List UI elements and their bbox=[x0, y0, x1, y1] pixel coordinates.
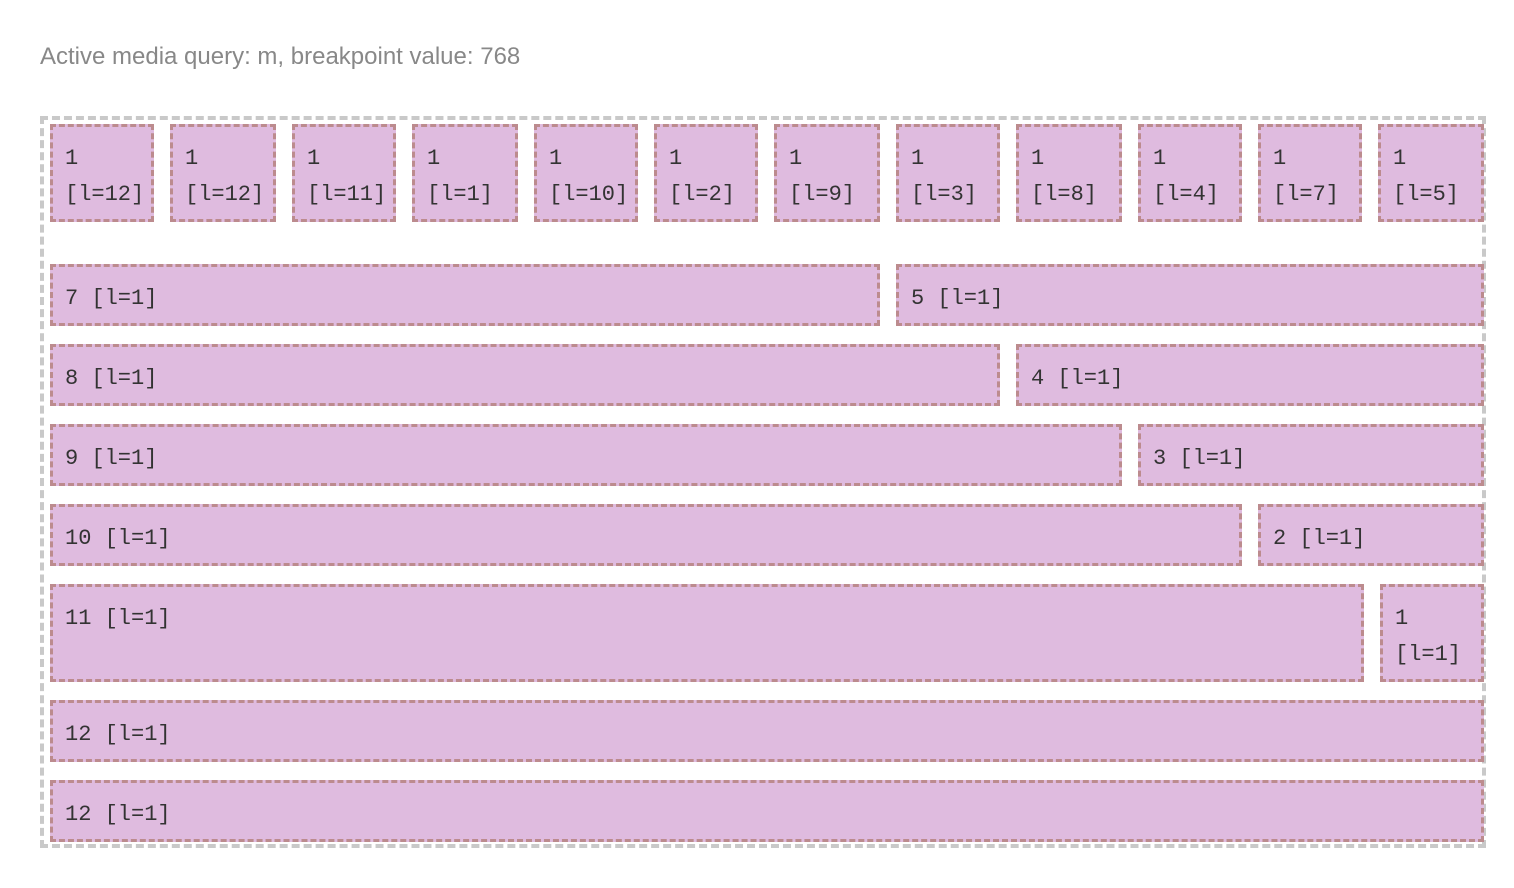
cell-label: [l=1] bbox=[427, 182, 494, 207]
cell-number: 1 bbox=[1031, 146, 1045, 171]
cell-label: [l=2] bbox=[669, 182, 736, 207]
cell-number: 10 bbox=[65, 526, 92, 551]
cell-label: [l=1] bbox=[937, 286, 1004, 311]
cell-number: 1 bbox=[307, 146, 321, 171]
cell-number: 1 bbox=[669, 146, 683, 171]
cell-number: 1 bbox=[1273, 146, 1287, 171]
cell-label: [l=1] bbox=[91, 446, 158, 471]
cell-label: [l=1] bbox=[1395, 642, 1462, 667]
cell-label: [l=1] bbox=[1179, 446, 1246, 471]
cell-label: [l=8] bbox=[1031, 182, 1098, 207]
cell-label: [l=1] bbox=[104, 802, 171, 827]
cell-label: [l=1] bbox=[91, 286, 158, 311]
grid-cell: 11 [l=1] bbox=[50, 584, 1364, 682]
active-media-query-status: Active media query: m, breakpoint value:… bbox=[40, 43, 521, 70]
cell-number: 8 bbox=[65, 366, 79, 391]
cell-label: [l=7] bbox=[1273, 182, 1340, 207]
cell-number: 9 bbox=[65, 446, 79, 471]
grid-cell: 4 [l=1] bbox=[1016, 344, 1484, 406]
cell-number: 1 bbox=[789, 146, 803, 171]
grid-cell: 1 [l=10] bbox=[534, 124, 638, 222]
cell-label: [l=1] bbox=[91, 366, 158, 391]
grid-cell: 12 [l=1] bbox=[50, 700, 1484, 762]
cell-label: [l=12] bbox=[185, 182, 265, 207]
grid-cell: 1 [l=1] bbox=[1380, 584, 1484, 682]
grid-cell: 7 [l=1] bbox=[50, 264, 880, 326]
grid-cell: 9 [l=1] bbox=[50, 424, 1122, 486]
grid-cell: 1 [l=12] bbox=[170, 124, 276, 222]
cell-number: 1 bbox=[1393, 146, 1407, 171]
cell-number: 4 bbox=[1031, 366, 1045, 391]
grid-cell: 1 [l=8] bbox=[1016, 124, 1122, 222]
grid-cell: 5 [l=1] bbox=[896, 264, 1484, 326]
cell-label: [l=12] bbox=[65, 182, 145, 207]
cell-number: 1 bbox=[549, 146, 563, 171]
grid-container: 1 [l=12] 1 [l=12] 1 [l=11] 1 [l=1] 1 [l=10] 1… bbox=[40, 116, 1486, 848]
cell-label: [l=4] bbox=[1153, 182, 1220, 207]
grid-cell: 2 [l=1] bbox=[1258, 504, 1484, 566]
cell-label: [l=10] bbox=[549, 182, 629, 207]
cell-number: 12 bbox=[65, 722, 92, 747]
cell-label: [l=1] bbox=[104, 606, 171, 631]
cell-number: 7 bbox=[65, 286, 79, 311]
grid-cell: 1 [l=4] bbox=[1138, 124, 1242, 222]
cell-number: 11 bbox=[65, 606, 92, 631]
cell-label: [l=11] bbox=[307, 182, 387, 207]
grid-cell: 3 [l=1] bbox=[1138, 424, 1484, 486]
grid-cell: 1 [l=9] bbox=[774, 124, 880, 222]
grid-cell: 1 [l=1] bbox=[412, 124, 518, 222]
cell-label: [l=9] bbox=[789, 182, 856, 207]
grid-cell: 12 [l=1] bbox=[50, 780, 1484, 842]
grid-cell: 1 [l=7] bbox=[1258, 124, 1362, 222]
cell-number: 2 bbox=[1273, 526, 1287, 551]
grid-cell: 1 [l=12] bbox=[50, 124, 154, 222]
cell-label: [l=1] bbox=[1057, 366, 1124, 391]
grid-cell: 1 [l=2] bbox=[654, 124, 758, 222]
cell-number: 5 bbox=[911, 286, 925, 311]
cell-number: 1 bbox=[185, 146, 199, 171]
grid-cell: 1 [l=5] bbox=[1378, 124, 1484, 222]
grid-cell: 8 [l=1] bbox=[50, 344, 1000, 406]
cell-number: 1 bbox=[427, 146, 441, 171]
cell-number: 1 bbox=[1395, 606, 1409, 631]
cell-number: 3 bbox=[1153, 446, 1167, 471]
grid-cell: 10 [l=1] bbox=[50, 504, 1242, 566]
cell-number: 1 bbox=[911, 146, 925, 171]
cell-label: [l=1] bbox=[104, 722, 171, 747]
grid-cell: 1 [l=3] bbox=[896, 124, 1000, 222]
cell-number: 1 bbox=[1153, 146, 1167, 171]
cell-label: [l=3] bbox=[911, 182, 978, 207]
cell-number: 1 bbox=[65, 146, 79, 171]
cell-label: [l=1] bbox=[1299, 526, 1366, 551]
cell-label: [l=1] bbox=[104, 526, 171, 551]
cell-label: [l=5] bbox=[1393, 182, 1460, 207]
cell-number: 12 bbox=[65, 802, 92, 827]
grid-cell: 1 [l=11] bbox=[292, 124, 396, 222]
